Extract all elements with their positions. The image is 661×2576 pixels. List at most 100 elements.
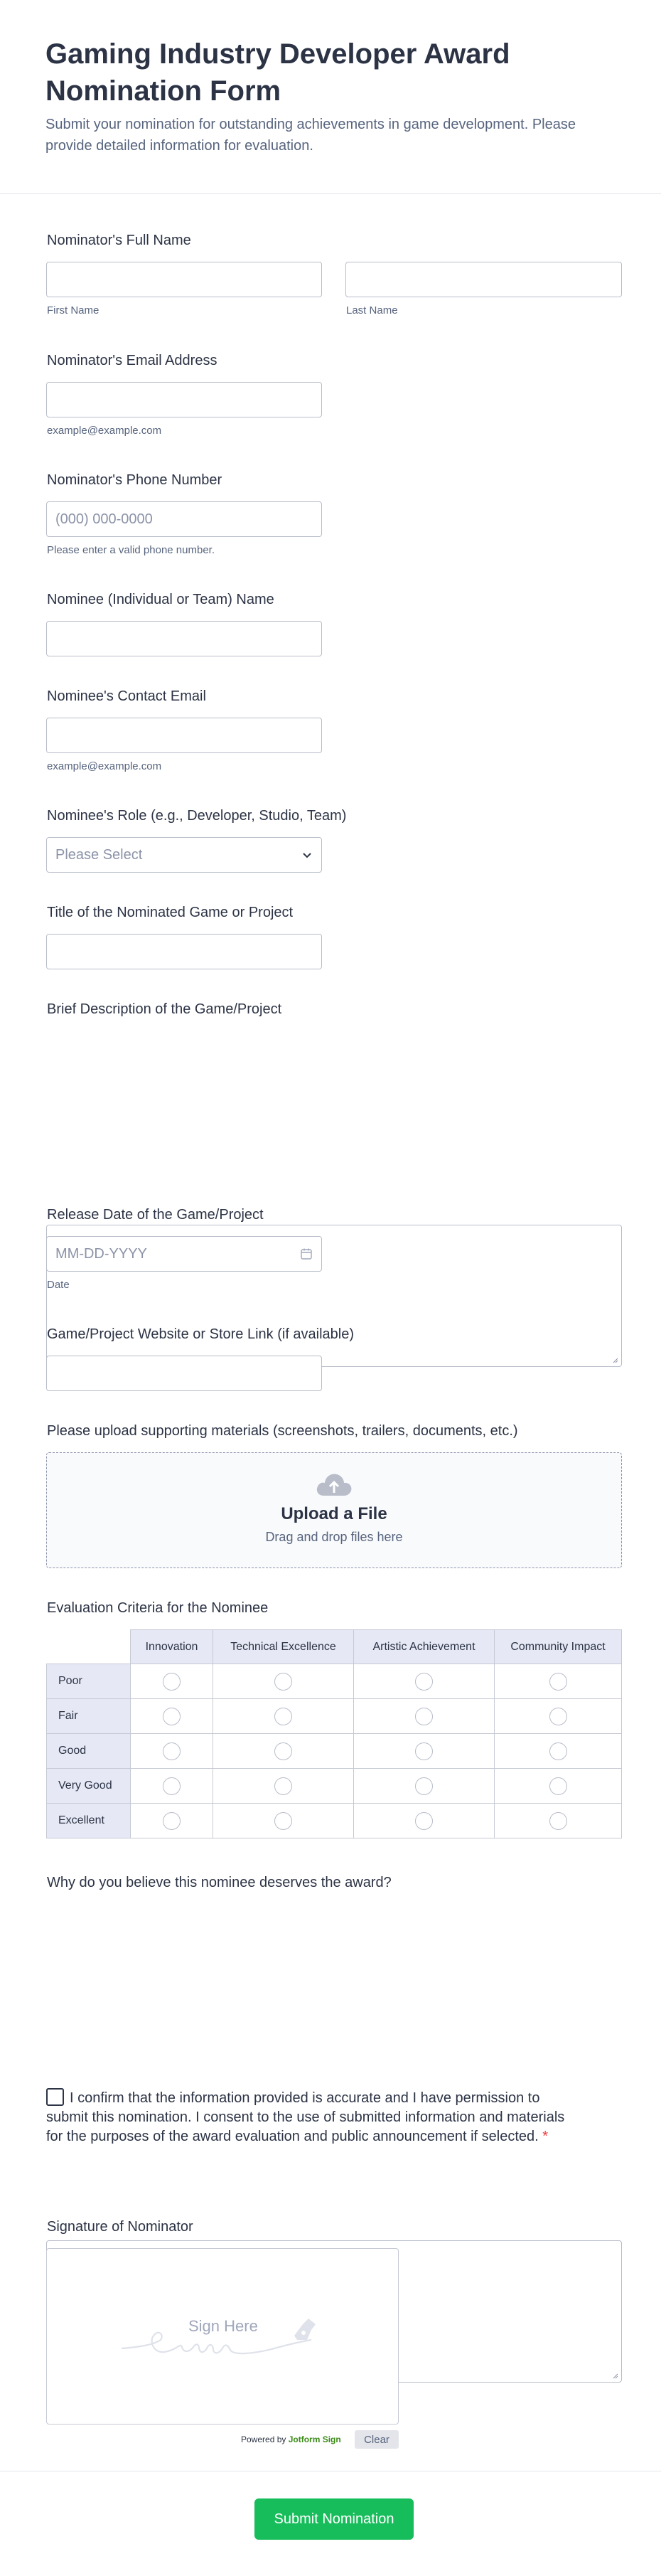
submit-button[interactable]: Submit Nomination	[254, 2498, 414, 2540]
matrix-row-label: Very Good	[46, 1768, 131, 1804]
why-label: Why do you believe this nominee deserves…	[47, 1875, 392, 1890]
matrix-row: Poor	[46, 1664, 622, 1699]
nominee-role-placeholder: Please Select	[55, 846, 143, 863]
matrix-corner	[46, 1629, 131, 1664]
nominator-email-sublabel: example@example.com	[47, 425, 162, 437]
matrix-cell	[494, 1733, 622, 1769]
project-title-label: Title of the Nominated Game or Project	[47, 905, 294, 920]
rating-radio[interactable]	[415, 1742, 433, 1760]
website-input[interactable]	[46, 1356, 322, 1391]
signature-scribble-icon	[121, 2319, 316, 2355]
matrix-cell	[213, 1698, 354, 1734]
matrix-row: Very Good	[46, 1768, 622, 1804]
consent-checkbox[interactable]	[46, 2088, 64, 2106]
powered-brand-link[interactable]: Jotform Sign	[289, 2434, 341, 2444]
matrix-column-header: Innovation	[130, 1629, 213, 1664]
matrix-cell	[130, 1733, 213, 1769]
rating-radio[interactable]	[415, 1811, 433, 1830]
matrix-cell	[213, 1803, 354, 1838]
first-name-sublabel: First Name	[47, 304, 100, 316]
rating-radio[interactable]	[163, 1742, 181, 1760]
signature-hint: Sign Here	[188, 2317, 258, 2335]
matrix-row: Good	[46, 1733, 622, 1769]
rating-radio[interactable]	[415, 1777, 433, 1795]
matrix-column-header: Technical Excellence	[213, 1629, 354, 1664]
release-date-sublabel: Date	[47, 1279, 70, 1291]
nominee-email-sublabel: example@example.com	[47, 760, 162, 772]
matrix-column-header: Community Impact	[494, 1629, 622, 1664]
matrix-column-header: Artistic Achievement	[353, 1629, 495, 1664]
nominator-phone-sublabel: Please enter a valid phone number.	[47, 544, 215, 556]
rating-radio[interactable]	[274, 1811, 292, 1830]
matrix-row: Fair	[46, 1698, 622, 1734]
nominator-phone-label: Nominator's Phone Number	[47, 472, 222, 488]
matrix-cell	[353, 1803, 495, 1838]
matrix-cell	[494, 1803, 622, 1838]
matrix-row-label: Poor	[46, 1664, 131, 1699]
nominee-role-label: Nominee's Role (e.g., Developer, Studio,…	[47, 808, 347, 824]
rating-radio[interactable]	[549, 1707, 567, 1725]
nominator-name-label: Nominator's Full Name	[47, 233, 191, 248]
resize-grip-icon[interactable]	[611, 1356, 618, 1363]
form-page: Gaming Industry Developer Award Nominati…	[0, 0, 661, 2576]
last-name-input[interactable]	[345, 262, 622, 297]
rating-radio[interactable]	[415, 1707, 433, 1725]
form-header: Gaming Industry Developer Award Nominati…	[0, 0, 661, 194]
rating-radio[interactable]	[163, 1777, 181, 1795]
project-title-input[interactable]	[46, 934, 322, 969]
nominee-role-dropdown[interactable]: Please Select	[46, 837, 322, 873]
first-name-input[interactable]	[46, 262, 322, 297]
matrix-cell	[494, 1664, 622, 1699]
matrix-cell	[130, 1698, 213, 1734]
matrix-row-label: Good	[46, 1733, 131, 1769]
nominator-email-input[interactable]	[46, 382, 322, 417]
cloud-upload-icon	[316, 1474, 352, 1496]
required-asterisk: *	[542, 2129, 549, 2144]
file-upload-dropzone[interactable]: Upload a File Drag and drop files here	[46, 1452, 622, 1568]
rating-radio[interactable]	[549, 1672, 567, 1691]
matrix-cell	[130, 1803, 213, 1838]
clear-signature-button[interactable]: Clear	[355, 2430, 399, 2449]
rating-radio[interactable]	[163, 1672, 181, 1691]
consent-block: I confirm that the information provided …	[46, 2088, 565, 2146]
matrix-body: Poor Fair Good Very Good Excellent	[46, 1664, 622, 1838]
chevron-down-icon	[303, 853, 311, 858]
consent-text: I confirm that the information provided …	[46, 2090, 565, 2144]
signature-pad[interactable]: Sign Here	[46, 2248, 399, 2425]
last-name-sublabel: Last Name	[346, 304, 398, 316]
matrix-cell	[130, 1664, 213, 1699]
nominator-email-label: Nominator's Email Address	[47, 353, 217, 368]
powered-prefix: Powered by	[241, 2434, 286, 2444]
matrix-cell	[494, 1768, 622, 1804]
matrix-cell	[353, 1733, 495, 1769]
nominee-email-label: Nominee's Contact Email	[47, 688, 206, 704]
website-label: Game/Project Website or Store Link (if a…	[47, 1326, 355, 1342]
matrix-cell	[353, 1768, 495, 1804]
matrix-cell	[353, 1664, 495, 1699]
rating-radio[interactable]	[163, 1707, 181, 1725]
matrix-row-label: Fair	[46, 1698, 131, 1734]
rating-radio[interactable]	[274, 1707, 292, 1725]
rating-radio[interactable]	[549, 1742, 567, 1760]
nominee-email-input[interactable]	[46, 718, 322, 753]
release-date-input[interactable]: MM-DD-YYYY	[46, 1236, 322, 1272]
rating-radio[interactable]	[163, 1811, 181, 1830]
calendar-icon[interactable]	[300, 1247, 313, 1260]
nominator-phone-input[interactable]: (000) 000-0000	[46, 501, 322, 537]
rating-radio[interactable]	[549, 1777, 567, 1795]
form-title: Gaming Industry Developer Award Nominati…	[45, 38, 510, 107]
rating-radio[interactable]	[549, 1811, 567, 1830]
rating-radio[interactable]	[415, 1672, 433, 1691]
form-subtitle: Submit your nomination for outstanding a…	[45, 117, 576, 154]
matrix-cell	[353, 1698, 495, 1734]
rating-radio[interactable]	[274, 1672, 292, 1691]
nominee-name-label: Nominee (Individual or Team) Name	[47, 592, 274, 607]
upload-title: Upload a File	[281, 1504, 387, 1523]
rating-radio[interactable]	[274, 1742, 292, 1760]
description-label: Brief Description of the Game/Project	[47, 1001, 282, 1017]
resize-grip-icon[interactable]	[611, 2372, 618, 2379]
matrix-row: Excellent	[46, 1803, 622, 1838]
upload-subtitle: Drag and drop files here	[265, 1530, 403, 1544]
rating-radio[interactable]	[274, 1777, 292, 1795]
nominee-name-input[interactable]	[46, 621, 322, 656]
